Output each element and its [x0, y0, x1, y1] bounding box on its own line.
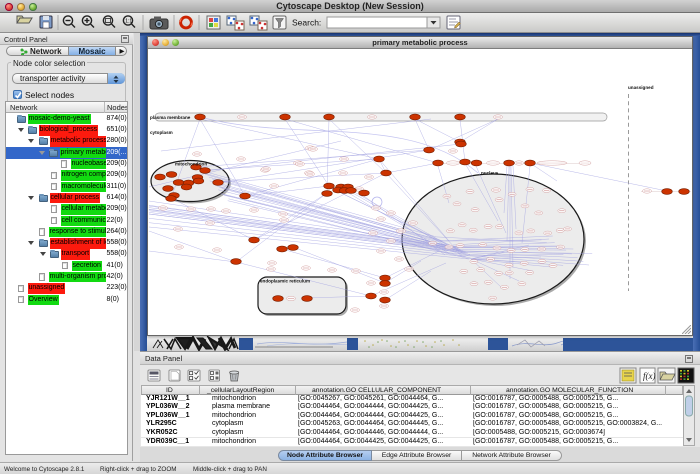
- svg-text:mitochondrion: mitochondrion: [175, 162, 207, 167]
- svg-text:plasma membrane: plasma membrane: [150, 115, 191, 120]
- svg-text:endoplasmic reticulum: endoplasmic reticulum: [260, 279, 310, 284]
- svg-text:Search:: Search:: [292, 18, 321, 28]
- svg-text:nucleus: nucleus: [481, 171, 499, 176]
- svg-text:cytoplasm: cytoplasm: [150, 130, 173, 135]
- svg-text:unassigned: unassigned: [628, 85, 654, 90]
- svg-text:f(x): f(x): [643, 371, 656, 381]
- svg-text:1:1: 1:1: [125, 19, 132, 25]
